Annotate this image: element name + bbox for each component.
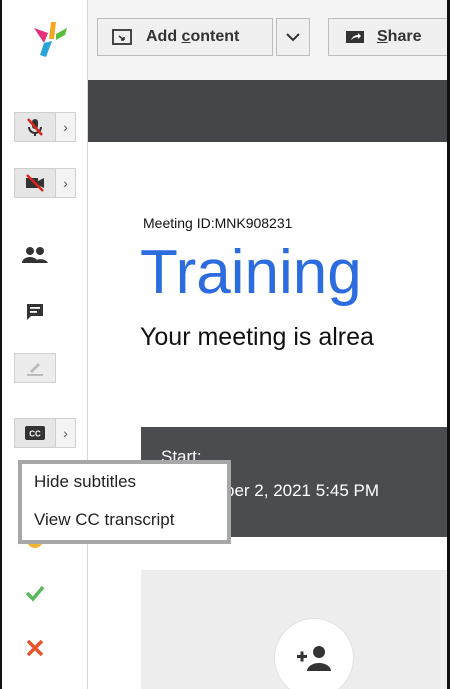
chevron-down-icon	[286, 33, 300, 42]
check-icon	[25, 585, 45, 602]
share-label-suffix: hare	[387, 28, 422, 45]
meeting-header-bar	[88, 80, 447, 142]
chevron-right-icon: ›	[63, 425, 68, 441]
add-content-icon	[112, 29, 132, 45]
add-content-label-suffix: ontent	[190, 28, 240, 45]
invite-panel	[141, 570, 447, 689]
cc-toggle-button[interactable]: CC	[14, 418, 56, 448]
camera-split-button: ›	[14, 168, 76, 198]
app-logo-icon	[34, 22, 67, 57]
deny-button[interactable]	[17, 633, 53, 663]
chevron-right-icon: ›	[63, 175, 68, 191]
chevron-right-icon: ›	[63, 119, 68, 135]
pen-icon	[27, 363, 43, 376]
approve-button[interactable]	[17, 578, 53, 608]
top-toolbar: Add c ontent Share	[88, 0, 450, 81]
camera-toggle-button[interactable]	[14, 168, 56, 198]
mic-muted-icon	[27, 118, 43, 136]
add-content-label-hotkey: c	[181, 28, 191, 45]
share-label-hotkey: S	[377, 28, 388, 45]
closed-captions-icon: CC	[25, 426, 45, 440]
app-window: › › CC › Add c ontent S hare Meeting ID:…	[0, 0, 450, 689]
chat-button[interactable]	[17, 297, 53, 327]
meeting-title: Training	[140, 238, 362, 307]
add-content-button[interactable]: Add c ontent	[97, 18, 273, 56]
cc-options-arrow[interactable]: ›	[56, 418, 76, 448]
cc-options-menu: Hide subtitles View CC transcript	[18, 460, 231, 544]
participants-button[interactable]	[17, 240, 53, 270]
share-screen-icon	[346, 31, 364, 43]
meeting-content: Meeting ID:MNK908231 Training Your meeti…	[88, 142, 447, 689]
camera-options-arrow[interactable]: ›	[56, 168, 76, 198]
meeting-status-text: Your meeting is alrea	[140, 323, 374, 351]
annotate-button[interactable]	[14, 353, 56, 383]
menu-item-hide-subtitles[interactable]: Hide subtitles	[34, 472, 136, 492]
add-content-label-prefix: Add	[146, 28, 182, 45]
mic-split-button: ›	[14, 112, 76, 142]
invite-participant-button[interactable]	[274, 618, 354, 689]
menu-item-view-cc-transcript[interactable]: View CC transcript	[34, 510, 174, 530]
camera-off-icon	[26, 174, 44, 192]
svg-text:CC: CC	[29, 430, 41, 439]
close-icon	[26, 639, 44, 657]
add-content-dropdown[interactable]	[276, 18, 310, 56]
people-icon	[22, 247, 48, 263]
start-date: ber 2, 2021 5:45 PM	[225, 481, 380, 500]
mic-options-arrow[interactable]: ›	[56, 112, 76, 142]
mic-toggle-button[interactable]	[14, 112, 56, 142]
add-person-icon	[297, 646, 331, 671]
meeting-id: Meeting ID:MNK908231	[143, 215, 293, 231]
share-button[interactable]: Share	[328, 18, 450, 56]
chat-icon	[27, 304, 43, 320]
cc-split-button: CC ›	[14, 418, 76, 448]
